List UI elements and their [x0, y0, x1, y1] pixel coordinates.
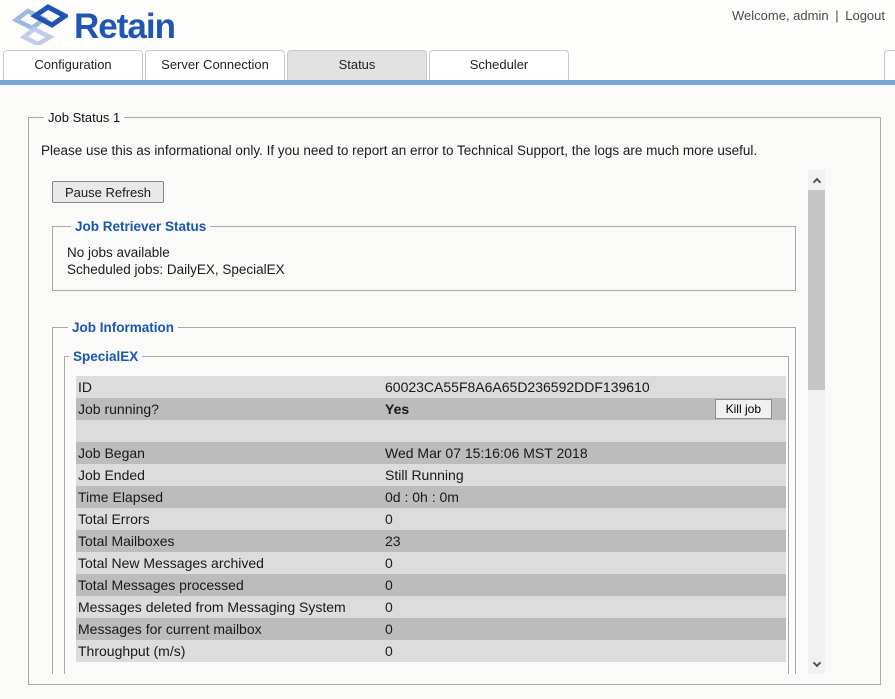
row-value: 0: [385, 599, 786, 615]
row-label: Messages for current mailbox: [76, 621, 385, 637]
chevron-up-icon: [812, 177, 820, 185]
row-value: Still Running: [385, 467, 786, 483]
job-retriever-status-panel: Job Retriever Status No jobs availableSc…: [52, 219, 796, 291]
status-scroll-region: Pause Refresh Job Retriever Status No jo…: [40, 170, 826, 674]
special-ex-legend: SpecialEX: [69, 349, 142, 364]
tab-scheduler[interactable]: Scheduler: [429, 50, 569, 80]
welcome-divider: |: [835, 8, 838, 23]
table-row: Job BeganWed Mar 07 15:16:06 MST 2018: [76, 442, 786, 464]
row-value: 0: [385, 643, 786, 659]
retriever-status-line: No jobs available: [67, 245, 795, 262]
status-scroll-content: Pause Refresh Job Retriever Status No jo…: [40, 170, 826, 674]
job-status-panel: Job Status 1 Please use this as informat…: [28, 110, 881, 685]
scrollbar[interactable]: [808, 170, 825, 674]
row-value: 60023CA55F8A6A65D236592DDF139610: [385, 379, 786, 395]
row-value: Wed Mar 07 15:16:06 MST 2018: [385, 445, 786, 461]
table-row: Total Errors0: [76, 508, 786, 530]
row-label: Time Elapsed: [76, 489, 385, 505]
scrollbar-thumb[interactable]: [808, 190, 825, 390]
scrollbar-up-button[interactable]: [808, 170, 825, 190]
row-value: 0: [385, 511, 786, 527]
row-label: Total Mailboxes: [76, 533, 385, 549]
table-row: Total Mailboxes23: [76, 530, 786, 552]
table-row: [76, 420, 786, 442]
job-information-panel: Job Information SpecialEX ID60023CA55F8A…: [52, 320, 796, 674]
table-row: Messages for current mailbox0: [76, 618, 786, 640]
table-row: Job EndedStill Running: [76, 464, 786, 486]
chevron-down-icon: [812, 658, 820, 666]
pause-refresh-button[interactable]: Pause Refresh: [52, 181, 164, 203]
row-label: ID: [76, 379, 385, 395]
job-retriever-lines: No jobs availableScheduled jobs: DailyEX…: [67, 245, 795, 278]
info-text: Please use this as informational only. I…: [41, 143, 880, 158]
job-information-legend: Job Information: [68, 320, 178, 335]
table-row: Throughput (m/s)0: [76, 640, 786, 662]
row-label: Total Messages processed: [76, 577, 385, 593]
retain-logo[interactable]: Retain: [12, 3, 175, 50]
logout-link[interactable]: Logout: [845, 8, 885, 23]
tab-configuration[interactable]: Configuration: [3, 50, 143, 80]
row-label: Throughput (m/s): [76, 643, 385, 659]
table-row: ID60023CA55F8A6A65D236592DDF139610: [76, 376, 786, 398]
table-row: Total Messages processed0: [76, 574, 786, 596]
row-value: 0: [385, 555, 786, 571]
app-header: Retain Welcome, admin | Logout: [0, 0, 895, 48]
row-label: Total Errors: [76, 511, 385, 527]
job-retriever-status-legend: Job Retriever Status: [71, 219, 210, 234]
row-label: Job Ended: [76, 467, 385, 483]
table-row: Messages deleted from Messaging System0: [76, 596, 786, 618]
table-row: Time Elapsed0d : 0h : 0m: [76, 486, 786, 508]
tab-bar: ConfigurationServer ConnectionStatusSche…: [0, 48, 895, 85]
job-table: ID60023CA55F8A6A65D236592DDF139610Job ru…: [76, 376, 786, 662]
row-value: 23: [385, 533, 786, 549]
row-value: 0: [385, 621, 786, 637]
table-row: Job running?YesKill job: [76, 398, 786, 420]
main-content: Job Status 1 Please use this as informat…: [0, 85, 895, 685]
special-ex-panel: SpecialEX ID60023CA55F8A6A65D236592DDF13…: [64, 349, 789, 674]
tab-partial[interactable]: [884, 50, 895, 80]
row-label: Messages deleted from Messaging System: [76, 599, 385, 615]
table-row: Total New Messages archived0: [76, 552, 786, 574]
row-value: 0: [385, 577, 786, 593]
tab-server-connection[interactable]: Server Connection: [145, 50, 285, 80]
row-label: Job Began: [76, 445, 385, 461]
job-status-legend: Job Status 1: [44, 110, 124, 125]
tab-status[interactable]: Status: [287, 50, 427, 80]
welcome-bar: Welcome, admin | Logout: [729, 8, 885, 23]
row-label: Job running?: [76, 401, 385, 417]
row-label: Total New Messages archived: [76, 555, 385, 571]
kill-job-button[interactable]: Kill job: [715, 399, 772, 419]
retain-logo-icon: [12, 3, 68, 50]
row-value: 0d : 0h : 0m: [385, 489, 786, 505]
retriever-status-line: Scheduled jobs: DailyEX, SpecialEX: [67, 262, 795, 279]
scrollbar-down-button[interactable]: [808, 654, 825, 674]
welcome-text: Welcome, admin: [732, 8, 829, 23]
logo-text: Retain: [74, 6, 175, 48]
